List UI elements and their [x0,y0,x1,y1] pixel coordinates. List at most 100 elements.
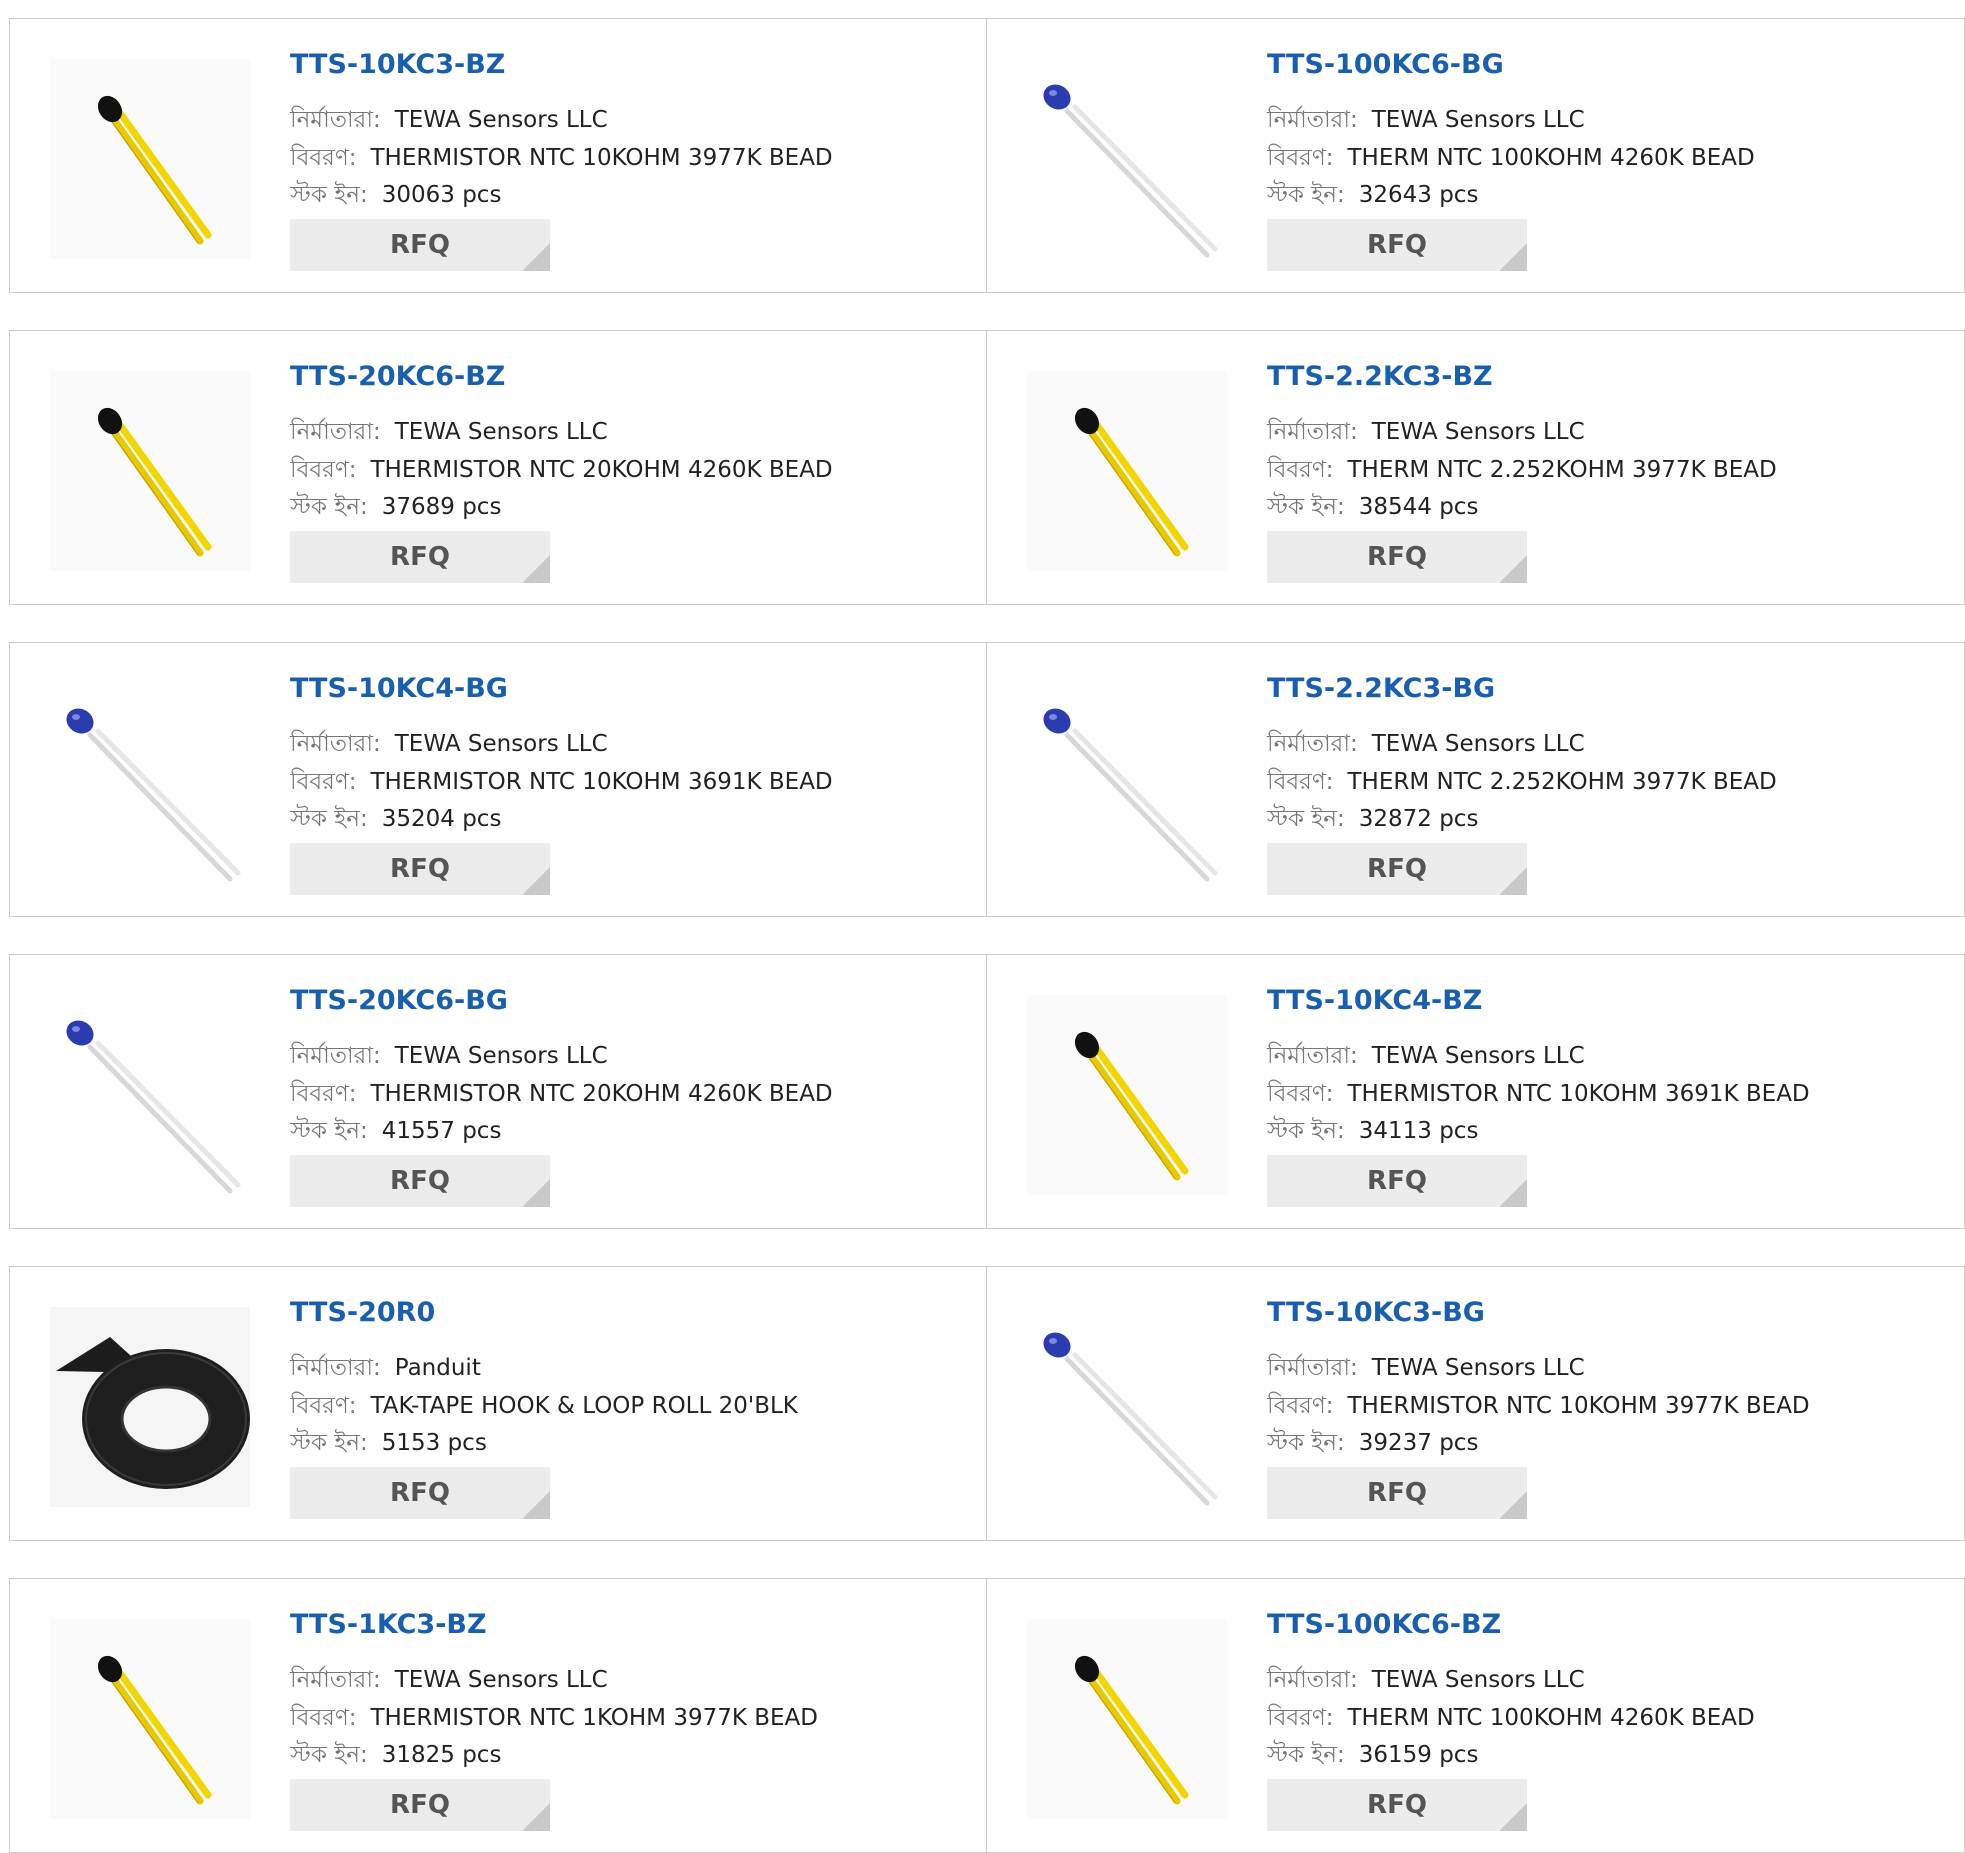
stock-row: স্টক ইন: 35204 pcs [290,800,501,839]
stock-value: 35204 pcs [381,806,502,832]
product-image[interactable] [1027,1619,1227,1819]
thermistor-yellow-image [50,371,250,571]
manufacturer-label: নির্মাতারা: [1267,107,1358,133]
description-label: বিবরণ: [290,1705,357,1731]
manufacturer-row: নির্মাতারা: TEWA Sensors LLC [1267,101,1585,140]
part-number-link[interactable]: TTS-1KC3-BZ [290,1609,487,1640]
part-number-link[interactable]: TTS-2.2KC3-BZ [1267,361,1493,392]
manufacturer-row: নির্মাতারা: TEWA Sensors LLC [1267,413,1585,452]
product-card: TTS-20R0 নির্মাতারা: Panduit বিবরণ: TAK-TA… [9,1266,987,1541]
stock-label: স্টক ইন: [290,182,368,208]
product-grid: TTS-10KC3-BZ নির্মাতারা: TEWA Sensors LLC… [0,0,1965,1853]
manufacturer-label: নির্মাতারা: [290,419,381,445]
product-image[interactable] [50,1307,250,1507]
rfq-button[interactable]: RFQ [1267,843,1527,895]
stock-value: 32872 pcs [1358,806,1479,832]
stock-label: স্টক ইন: [1267,806,1345,832]
description-value: THERMISTOR NTC 10KOHM 3977K BEAD [1347,1393,1810,1419]
manufacturer-label: নির্মাতারা: [290,1667,381,1693]
rfq-button[interactable]: RFQ [1267,1779,1527,1831]
part-number-link[interactable]: TTS-100KC6-BZ [1267,1609,1501,1640]
description-value: TAK-TAPE HOOK & LOOP ROLL 20'BLK [370,1393,798,1419]
part-number-link[interactable]: TTS-10KC4-BG [290,673,508,704]
rfq-button[interactable]: RFQ [290,1779,550,1831]
part-number-link[interactable]: TTS-2.2KC3-BG [1267,673,1495,704]
product-image[interactable] [1027,683,1227,883]
manufacturer-row: নির্মাতারা: TEWA Sensors LLC [290,413,608,452]
product-image[interactable] [1027,59,1227,259]
stock-label: স্টক ইন: [290,1430,368,1456]
product-image[interactable] [1027,995,1227,1195]
stock-label: স্টক ইন: [290,1118,368,1144]
description-value: THERMISTOR NTC 10KOHM 3691K BEAD [370,769,833,795]
corner-triangle-icon [522,1491,550,1519]
thermistor-blue-image [1027,683,1227,883]
stock-value: 5153 pcs [381,1430,487,1456]
description-value: THERMISTOR NTC 20KOHM 4260K BEAD [370,457,833,483]
corner-triangle-icon [522,1803,550,1831]
rfq-button[interactable]: RFQ [1267,1467,1527,1519]
product-card: TTS-2.2KC3-BG নির্মাতারা: TEWA Sensors LL… [987,642,1965,917]
manufacturer-value: TEWA Sensors LLC [394,1043,608,1069]
thermistor-blue-image [1027,59,1227,259]
manufacturer-row: নির্মাতারা: TEWA Sensors LLC [290,1661,608,1700]
part-number-link[interactable]: TTS-20R0 [290,1297,435,1328]
stock-row: স্টক ইন: 32872 pcs [1267,800,1478,839]
manufacturer-row: নির্মাতারা: TEWA Sensors LLC [290,725,608,764]
product-image[interactable] [50,683,250,883]
stock-label: স্টক ইন: [1267,182,1345,208]
manufacturer-row: নির্মাতারা: Panduit [290,1349,481,1388]
product-row: TTS-20KC6-BZ নির্মাতারা: TEWA Sensors LLC… [9,330,1965,605]
manufacturer-label: নির্মাতারা: [1267,1667,1358,1693]
corner-triangle-icon [522,243,550,271]
description-row: বিবরণ: THERMISTOR NTC 20KOHM 4260K BEAD [290,451,833,490]
description-label: বিবরণ: [1267,145,1334,171]
rfq-button[interactable]: RFQ [1267,1155,1527,1207]
product-image[interactable] [50,1619,250,1819]
stock-label: স্টক ইন: [1267,1742,1345,1768]
description-value: THERMISTOR NTC 1KOHM 3977K BEAD [370,1705,819,1731]
description-value: THERM NTC 2.252KOHM 3977K BEAD [1347,769,1777,795]
description-row: বিবরণ: THERMISTOR NTC 10KOHM 3691K BEAD [290,763,833,802]
part-number-link[interactable]: TTS-20KC6-BG [290,985,508,1016]
description-row: বিবরণ: THERM NTC 2.252KOHM 3977K BEAD [1267,763,1777,802]
product-row: TTS-20KC6-BG নির্মাতারা: TEWA Sensors LLC… [9,954,1965,1229]
manufacturer-value: TEWA Sensors LLC [394,107,608,133]
product-row: TTS-10KC3-BZ নির্মাতারা: TEWA Sensors LLC… [9,18,1965,293]
rfq-button[interactable]: RFQ [1267,531,1527,583]
thermistor-blue-image [50,995,250,1195]
rfq-label: RFQ [1367,1790,1427,1820]
stock-label: স্টক ইন: [290,494,368,520]
product-image[interactable] [1027,1307,1227,1507]
manufacturer-row: নির্মাতারা: TEWA Sensors LLC [1267,1661,1585,1700]
part-number-link[interactable]: TTS-100KC6-BG [1267,49,1504,80]
product-image[interactable] [1027,371,1227,571]
part-number-link[interactable]: TTS-10KC3-BG [1267,1297,1485,1328]
rfq-button[interactable]: RFQ [290,1467,550,1519]
manufacturer-value: TEWA Sensors LLC [1371,419,1585,445]
description-value: THERMISTOR NTC 20KOHM 4260K BEAD [370,1081,833,1107]
product-image[interactable] [50,59,250,259]
stock-row: স্টক ইন: 38544 pcs [1267,488,1478,527]
stock-value: 41557 pcs [381,1118,502,1144]
corner-triangle-icon [522,867,550,895]
stock-value: 37689 pcs [381,494,502,520]
rfq-label: RFQ [1367,1166,1427,1196]
product-image[interactable] [50,371,250,571]
rfq-button[interactable]: RFQ [290,219,550,271]
part-number-link[interactable]: TTS-20KC6-BZ [290,361,505,392]
part-number-link[interactable]: TTS-10KC4-BZ [1267,985,1482,1016]
rfq-button[interactable]: RFQ [290,843,550,895]
thermistor-yellow-image [1027,995,1227,1195]
rfq-button[interactable]: RFQ [290,1155,550,1207]
rfq-button[interactable]: RFQ [1267,219,1527,271]
product-image[interactable] [50,995,250,1195]
part-number-link[interactable]: TTS-10KC3-BZ [290,49,505,80]
manufacturer-value: TEWA Sensors LLC [394,419,608,445]
tape-roll-image [50,1307,250,1507]
stock-row: স্টক ইন: 39237 pcs [1267,1424,1478,1463]
description-label: বিবরণ: [1267,1705,1334,1731]
stock-label: স্টক ইন: [1267,1118,1345,1144]
rfq-button[interactable]: RFQ [290,531,550,583]
manufacturer-label: নির্মাতারা: [1267,419,1358,445]
